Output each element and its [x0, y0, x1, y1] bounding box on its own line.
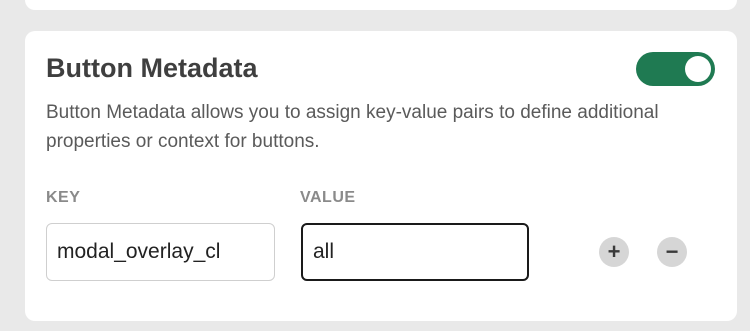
value-input[interactable] [301, 223, 529, 281]
minus-icon[interactable]: − [657, 237, 687, 267]
section-description: Button Metadata allows you to assign key… [46, 102, 659, 152]
metadata-toggle[interactable] [636, 52, 715, 86]
value-column-label: VALUE [300, 189, 356, 206]
key-input[interactable] [46, 223, 275, 281]
button-metadata-card: Button Metadata Button Metadata allows y… [25, 31, 737, 321]
section-title: Button Metadata [46, 53, 258, 83]
toggle-knob [685, 56, 711, 82]
previous-card-edge [25, 0, 737, 10]
plus-icon[interactable]: + [599, 237, 629, 267]
key-column-label: KEY [46, 189, 81, 206]
